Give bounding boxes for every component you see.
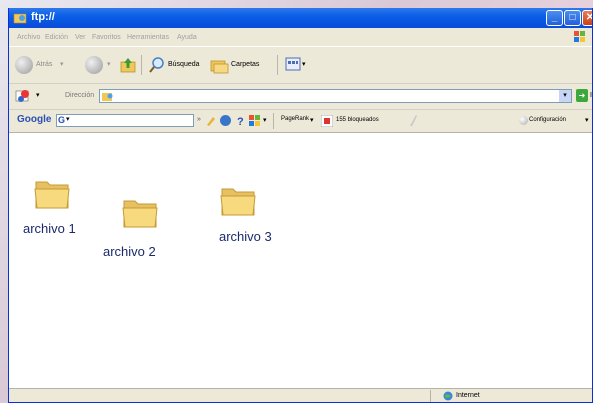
standard-toolbar: Atrás ▾ ▾ Búsqueda Carpetas ▾	[9, 47, 592, 84]
file-list-pane[interactable]: archivo 1 archivo 2 archivo 3	[9, 133, 592, 388]
options-icon[interactable]	[248, 114, 261, 127]
toolbar-extension-icon[interactable]	[15, 88, 33, 104]
address-dropdown-icon[interactable]: ▾	[559, 90, 571, 102]
internet-globe-icon	[443, 391, 453, 401]
google-toolbar: Google G ▾ » ? ▾ PageRank ▾ 155 bloquead…	[9, 110, 592, 133]
menu-bar: Archivo Edición Ver Favoritos Herramient…	[9, 28, 592, 47]
search-options-icon[interactable]: »	[197, 116, 201, 123]
folder-globe-icon	[13, 13, 27, 24]
address-bar: ▾ Dirección ▾ ➜ Ir	[9, 84, 592, 110]
back-button-label[interactable]: Atrás	[36, 61, 52, 68]
search-button-label[interactable]: Búsqueda	[168, 61, 200, 68]
menu-item-ver[interactable]: Ver	[75, 34, 86, 41]
minimize-button[interactable]: _	[546, 10, 563, 26]
folder-item-archivo-1[interactable]	[33, 175, 71, 216]
options-dropdown-icon[interactable]: ▾	[263, 116, 267, 124]
folder-icon	[122, 200, 158, 228]
forward-dropdown-icon[interactable]: ▾	[107, 60, 111, 68]
pagerank-label[interactable]: PageRank	[281, 116, 309, 122]
menu-item-favoritos[interactable]: Favoritos	[92, 34, 121, 41]
google-g-icon: G	[58, 115, 66, 125]
settings-icon[interactable]	[519, 116, 528, 125]
folders-button-label[interactable]: Carpetas	[231, 61, 259, 68]
close-button[interactable]: ✕	[582, 10, 592, 26]
folder-item-archivo-2[interactable]	[121, 194, 159, 235]
explorer-window: ftp:// _ □ ✕ Archivo Edición Ver Favorit…	[8, 8, 593, 403]
news-icon[interactable]	[219, 114, 232, 127]
folder-globe-icon	[102, 93, 113, 101]
forward-arrow-icon[interactable]	[85, 56, 103, 74]
help-icon[interactable]: ?	[234, 114, 246, 127]
search-icon[interactable]	[148, 56, 166, 74]
popup-blocker-icon[interactable]	[321, 115, 333, 127]
status-bar: Internet	[9, 388, 592, 402]
menu-item-ayuda[interactable]: Ayuda	[177, 34, 197, 41]
address-label: Dirección	[65, 92, 95, 99]
folder-up-icon[interactable]	[119, 56, 137, 74]
views-dropdown-icon[interactable]: ▾	[302, 60, 306, 68]
settings-label[interactable]: Configuración	[529, 117, 566, 123]
folder-label-archivo-3[interactable]: archivo 3	[219, 229, 272, 244]
menu-item-edicion[interactable]: Edición	[45, 34, 68, 41]
folder-label-archivo-2[interactable]: archivo 2	[103, 244, 156, 259]
back-arrow-icon[interactable]	[15, 56, 33, 74]
title-bar[interactable]: ftp:// _ □ ✕	[9, 8, 592, 28]
folders-icon[interactable]	[209, 56, 229, 74]
window-title: ftp://	[31, 11, 55, 23]
folder-icon	[220, 188, 256, 216]
go-arrow-icon[interactable]: ➜	[576, 89, 588, 102]
blocked-popups-label[interactable]: 155 bloqueados	[336, 117, 379, 123]
folder-icon	[34, 181, 70, 209]
extension-dropdown-icon[interactable]: ▾	[36, 91, 40, 99]
menu-item-archivo[interactable]: Archivo	[17, 34, 40, 41]
back-dropdown-icon[interactable]: ▾	[60, 60, 64, 68]
views-icon[interactable]	[285, 57, 301, 71]
google-search-input[interactable]: G ▾	[56, 114, 194, 127]
svg-text:?: ?	[237, 116, 244, 127]
windows-logo-icon	[574, 31, 585, 42]
address-input[interactable]: ▾	[99, 89, 572, 103]
folder-label-archivo-1[interactable]: archivo 1	[23, 221, 76, 236]
maximize-button[interactable]: □	[564, 10, 581, 26]
menu-item-herramientas[interactable]: Herramientas	[127, 34, 169, 41]
google-logo[interactable]: Google	[17, 114, 51, 125]
highlight-icon[interactable]	[205, 115, 217, 127]
security-zone-label: Internet	[456, 392, 480, 399]
settings-dropdown-icon[interactable]: ▾	[585, 116, 589, 124]
autofill-icon[interactable]	[407, 114, 419, 127]
google-dropdown-icon[interactable]: ▾	[66, 115, 70, 123]
folder-item-archivo-3[interactable]	[219, 182, 257, 223]
pagerank-dropdown-icon[interactable]: ▾	[310, 116, 314, 124]
